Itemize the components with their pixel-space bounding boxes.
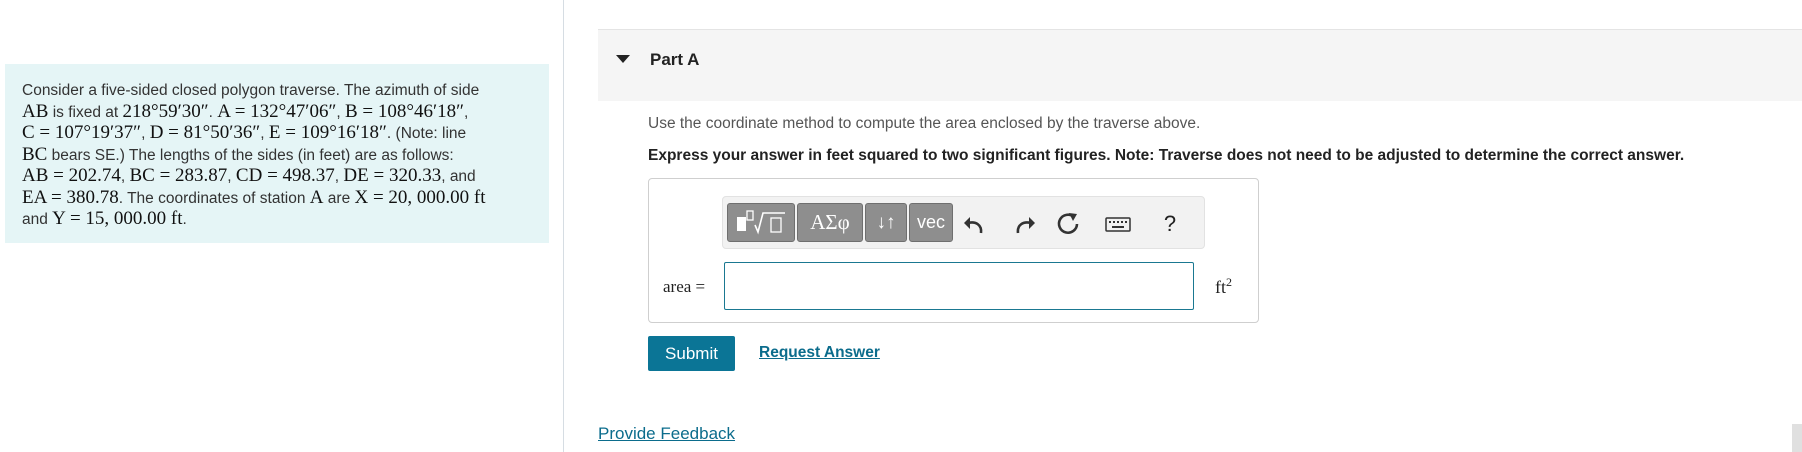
redo-icon[interactable] [1008, 209, 1038, 239]
problem-line: AB = 202.74, BC = 283.87, CD = 498.37, D… [22, 165, 532, 188]
math-expression: BC = 283.87 [129, 165, 228, 186]
math-expression: A = 132°47′06″ [217, 100, 337, 122]
undo-icon[interactable] [961, 209, 991, 239]
problem-text: . The coordinates of station [118, 189, 310, 207]
column-divider [563, 0, 564, 452]
problem-line: EA = 380.78. The coordinates of station … [22, 186, 532, 210]
instruction-text: Use the coordinate method to compute the… [648, 115, 1201, 132]
reset-icon[interactable] [1053, 209, 1083, 239]
math-expression: AB = 202.74 [22, 165, 121, 186]
problem-text: , [260, 125, 269, 142]
help-button[interactable]: ? [1155, 209, 1185, 239]
caret-down-icon[interactable] [616, 55, 630, 63]
math-expression: 218°59′30″ [122, 100, 209, 122]
answer-format-text: Express your answer in feet squared to t… [648, 147, 1685, 164]
math-expression: AB [22, 100, 49, 122]
math-expression: DE = 320.33 [343, 165, 442, 186]
request-answer-link[interactable]: Request Answer [759, 344, 880, 362]
math-expression: BC [22, 143, 48, 165]
area-input[interactable] [724, 262, 1194, 310]
unit-label: ft2 [1215, 275, 1232, 298]
problem-line: BC bears SE.) The lengths of the sides (… [22, 143, 532, 167]
math-expression: E = 109°16′18″ [268, 122, 387, 143]
problem-text: and [22, 211, 53, 228]
problem-text: , [464, 103, 469, 121]
unit-base: ft [1215, 277, 1226, 297]
problem-line: AB is fixed at 218°59′30″. A = 132°47′06… [22, 100, 532, 124]
problem-text: . (Note: line [386, 125, 467, 142]
problem-text: . [208, 103, 218, 121]
problem-statement: Consider a five-sided closed polygon tra… [5, 64, 549, 243]
vector-button[interactable]: vec [909, 203, 953, 242]
problem-line: and Y = 15, 000.00 ft. [22, 208, 532, 231]
answer-box: ΑΣφ ↓↑ vec ? area = ft2 [648, 178, 1259, 323]
problem-text: are [323, 189, 355, 207]
math-expression: C = 107°19′37″ [22, 122, 142, 143]
keyboard-icon[interactable] [1103, 209, 1133, 239]
problem-line: Consider a five-sided closed polygon tra… [22, 81, 532, 102]
math-expression: B = 108°46′18″ [344, 100, 465, 122]
problem-text: , [141, 125, 150, 142]
problem-text: bears SE.) The lengths of the sides (in … [47, 146, 454, 164]
problem-text: , [227, 168, 236, 185]
greek-symbols-button[interactable]: ΑΣφ [797, 203, 863, 242]
unit-exponent: 2 [1226, 275, 1232, 289]
problem-text: is fixed at [48, 103, 123, 121]
problem-text: Consider a five-sided closed polygon tra… [22, 82, 480, 99]
math-expression: EA = 380.78 [22, 186, 119, 208]
part-a-header[interactable]: Part A [598, 29, 1802, 101]
problem-text: , and [441, 168, 476, 185]
submit-button[interactable]: Submit [648, 336, 735, 371]
provide-feedback-link[interactable]: Provide Feedback [598, 424, 735, 444]
templates-button[interactable] [727, 203, 795, 242]
math-expression: CD = 498.37 [235, 165, 335, 186]
math-toolbar: ΑΣφ ↓↑ vec ? [722, 196, 1205, 249]
problem-text: , [336, 103, 345, 121]
area-label: area = [663, 277, 706, 296]
math-expression: A [309, 186, 324, 208]
problem-line: C = 107°19′37″, D = 81°50′36″, E = 109°1… [22, 122, 532, 145]
math-expression: D = 81°50′36″ [149, 122, 261, 143]
math-expression: X = 20, 000.00 ft [354, 186, 486, 208]
templates-icon [737, 209, 785, 234]
problem-text: . [182, 211, 187, 228]
part-title: Part A [650, 50, 700, 69]
math-expression: Y = 15, 000.00 ft [52, 208, 183, 229]
arrows-button[interactable]: ↓↑ [865, 203, 907, 242]
scrollbar-thumb[interactable] [1792, 424, 1802, 452]
